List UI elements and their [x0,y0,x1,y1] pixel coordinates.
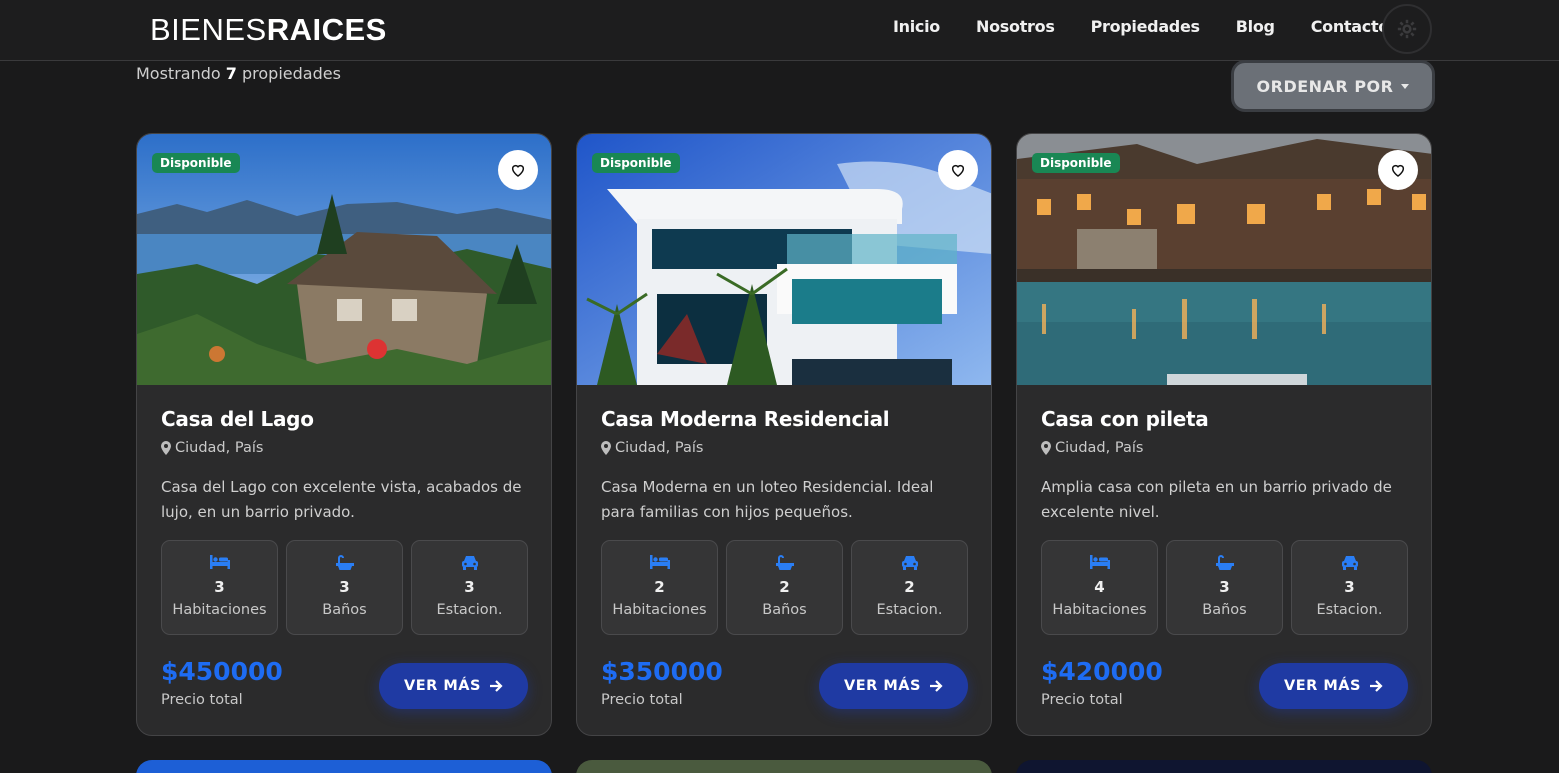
bed-icon [649,555,670,569]
caret-down-icon [1401,83,1410,89]
arrow-right-icon [1369,680,1383,692]
map-pin-icon [601,441,611,455]
bath-icon [775,555,794,570]
property-card-peek[interactable] [1016,760,1432,773]
car-icon [901,556,918,570]
car-icon [461,556,478,570]
status-badge: Disponible [1032,153,1120,173]
map-pin-icon [161,441,171,455]
price-label: Precio total [161,692,243,708]
arrow-right-icon [929,680,943,692]
property-features: 4 Habitaciones 3 Baños 3 Estacion. [1041,540,1408,635]
site-header: BIENESRAICES Inicio Nosotros Propiedades… [0,0,1559,61]
property-description: Casa Moderna en un loteo Residencial. Id… [601,478,934,521]
property-location: Ciudad, País [601,440,703,456]
feature-bedrooms: 3 Habitaciones [161,540,278,635]
property-image[interactable]: Disponible [577,134,991,385]
feature-bathrooms: 3 Baños [1166,540,1283,635]
feature-bathrooms: 3 Baños [286,540,403,635]
property-location: Ciudad, País [1041,440,1143,456]
feature-parking: 3 Estacion. [411,540,528,635]
favorite-button[interactable] [1378,150,1418,190]
feature-parking: 3 Estacion. [1291,540,1408,635]
property-title[interactable]: Casa del Lago [161,407,314,431]
property-description: Casa del Lago con excelente vista, acaba… [161,478,522,521]
property-title[interactable]: Casa Moderna Residencial [601,407,890,431]
theme-toggle-button[interactable] [1382,4,1432,54]
property-description: Amplia casa con pileta en un barrio priv… [1041,478,1392,521]
feature-bedrooms: 4 Habitaciones [1041,540,1158,635]
site-logo[interactable]: BIENESRAICES [150,12,387,48]
main-nav: Inicio Nosotros Propiedades Blog Contact… [893,17,1389,36]
nav-inicio[interactable]: Inicio [893,17,940,36]
heart-icon [1391,164,1405,177]
view-more-button[interactable]: VER MÁS [819,663,968,709]
nav-blog[interactable]: Blog [1236,17,1275,36]
price-label: Precio total [601,692,683,708]
status-badge: Disponible [592,153,680,173]
nav-contacto[interactable]: Contacto [1311,17,1390,36]
results-count: Mostrando 7 propiedades [136,64,341,83]
favorite-button[interactable] [938,150,978,190]
property-card-peek[interactable] [576,760,992,773]
heart-icon [951,164,965,177]
property-features: 3 Habitaciones 3 Baños 3 Estacion. [161,540,528,635]
arrow-right-icon [489,680,503,692]
property-image[interactable]: Disponible [137,134,551,385]
property-title[interactable]: Casa con pileta [1041,407,1209,431]
nav-propiedades[interactable]: Propiedades [1091,17,1200,36]
property-features: 2 Habitaciones 2 Baños 2 Estacion. [601,540,968,635]
feature-parking: 2 Estacion. [851,540,968,635]
property-card: Disponible Casa del Lago Ciudad, País Ca… [136,133,552,736]
property-price: $350000 [601,657,723,686]
property-image[interactable]: Disponible [1017,134,1431,385]
view-more-button[interactable]: VER MÁS [1259,663,1408,709]
car-icon [1341,556,1358,570]
property-price: $450000 [161,657,283,686]
feature-bedrooms: 2 Habitaciones [601,540,718,635]
sort-dropdown-button[interactable]: ORDENAR POR [1231,60,1435,112]
bed-icon [1089,555,1110,569]
bed-icon [209,555,230,569]
status-badge: Disponible [152,153,240,173]
property-price: $420000 [1041,657,1163,686]
view-more-button[interactable]: VER MÁS [379,663,528,709]
property-card: Disponible Casa Moderna Residencial Ciud… [576,133,992,736]
map-pin-icon [1041,441,1051,455]
price-label: Precio total [1041,692,1123,708]
bath-icon [1215,555,1234,570]
nav-nosotros[interactable]: Nosotros [976,17,1055,36]
heart-icon [511,164,525,177]
feature-bathrooms: 2 Baños [726,540,843,635]
property-card-peek[interactable] [136,760,552,773]
favorite-button[interactable] [498,150,538,190]
property-location: Ciudad, País [161,440,263,456]
property-card: Disponible Casa con pileta Ciudad, País … [1016,133,1432,736]
gear-icon [1397,19,1417,39]
bath-icon [335,555,354,570]
